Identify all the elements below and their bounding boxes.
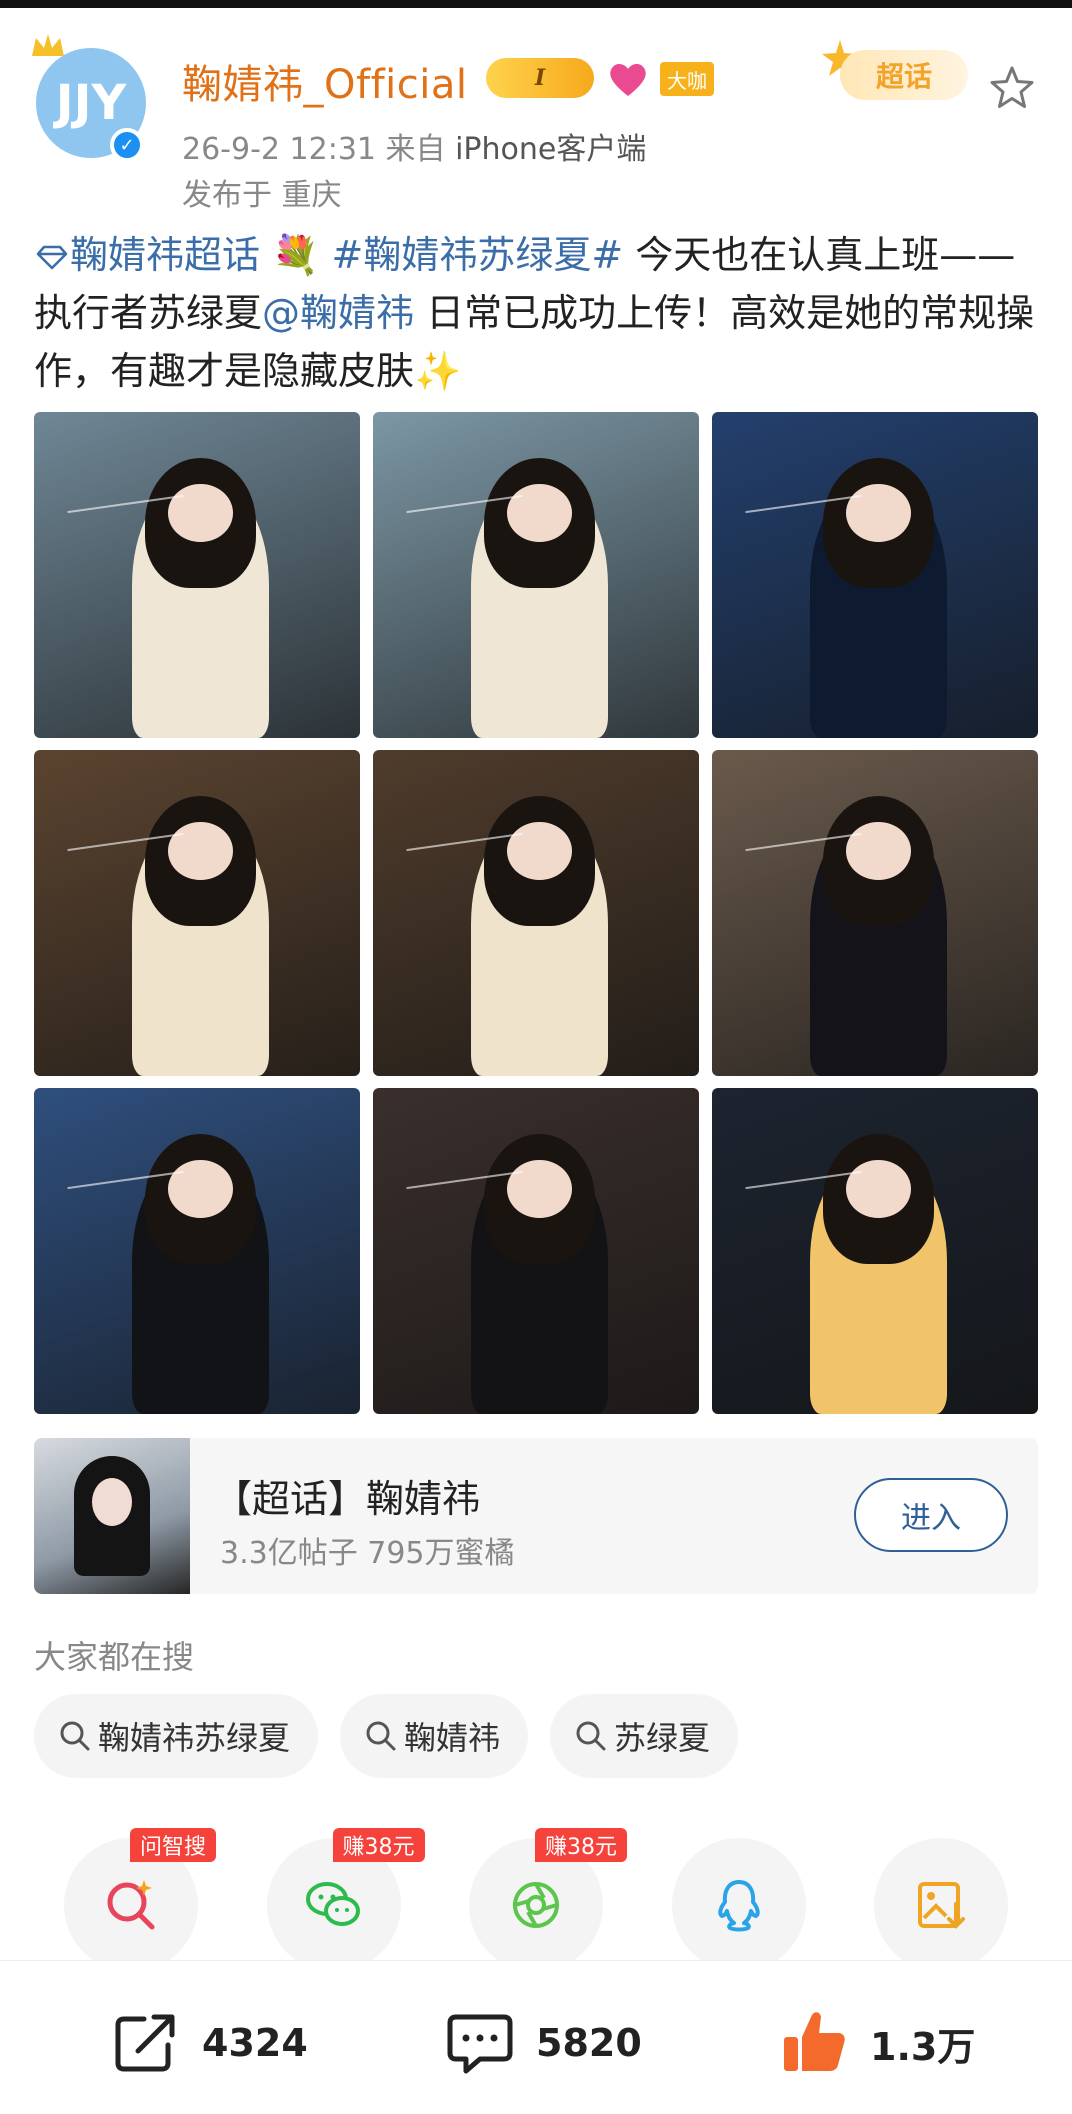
post-header: JJY ✓ 鞠婧祎_Official I 大咖 26-9-2 12:31 来自 …: [0, 8, 1072, 218]
verified-icon: ✓: [110, 128, 144, 162]
post-action-bar: 4324 5820 1.3万: [0, 1960, 1072, 2114]
post-photo[interactable]: [34, 1088, 360, 1414]
repost-button[interactable]: 4324: [110, 2007, 308, 2079]
post-photo[interactable]: [34, 750, 360, 1076]
comment-count: 5820: [536, 2021, 642, 2065]
comment-button[interactable]: 5820: [444, 2007, 642, 2079]
post-photo[interactable]: [373, 1088, 699, 1414]
source-prefix: 来自: [385, 132, 446, 167]
share-badge: 问智搜: [130, 1828, 217, 1862]
search-chip-label: 鞠婧祎: [404, 1719, 501, 1757]
topic-link[interactable]: 鞠婧祎超话: [70, 233, 260, 277]
like-count: 1.3万: [870, 2024, 976, 2069]
search-icon: [576, 1721, 606, 1751]
post-source: iPhone客户端: [455, 132, 647, 167]
daka-badge: 大咖: [660, 62, 714, 96]
post-timestamp: 26-9-2 12:31: [182, 132, 376, 167]
supertopic-diamond-icon: [36, 245, 68, 270]
author-name[interactable]: 鞠婧祎_Official: [182, 52, 468, 110]
post-photo[interactable]: [373, 750, 699, 1076]
supertopic-tag-label: 超话: [840, 50, 968, 100]
ai-search-icon: [107, 1880, 155, 1930]
share-badge: 赚38元: [332, 1828, 425, 1862]
search-chip-label: 苏绿夏: [614, 1719, 711, 1757]
wechat-icon: [305, 1882, 360, 1926]
share-badge: 赚38元: [535, 1828, 627, 1862]
share-ai-search[interactable]: 问智搜: [64, 1828, 217, 1972]
post-meta: 26-9-2 12:31 来自 iPhone客户端: [182, 124, 646, 168]
search-chip[interactable]: 苏绿夏: [550, 1694, 739, 1778]
like-button[interactable]: 1.3万: [778, 2007, 975, 2079]
trending-search-chips: 鞠婧祎苏绿夏 鞠婧祎 苏绿夏: [34, 1694, 739, 1778]
repost-count: 4324: [202, 2021, 308, 2065]
status-bar-edge: [0, 0, 1072, 8]
post-photo[interactable]: [712, 1088, 1038, 1414]
comment-icon: [447, 2014, 513, 2074]
share-save-image[interactable]: [874, 1838, 1008, 1972]
search-icon: [366, 1721, 396, 1751]
repost-icon: [115, 2014, 175, 2072]
enter-button[interactable]: 进入: [854, 1478, 1008, 1552]
share-targets: 问智搜 赚38元 赚38元: [64, 1828, 1008, 1972]
post-location: 发布于 重庆: [182, 178, 342, 213]
share-moments[interactable]: 赚38元: [469, 1828, 627, 1972]
supertopic-tag[interactable]: 超话: [820, 38, 972, 104]
share-qq[interactable]: [671, 1838, 806, 1972]
share-wechat[interactable]: 赚38元: [266, 1828, 425, 1972]
qq-icon: [717, 1880, 760, 1932]
sparkle-icon: ✨: [414, 349, 462, 393]
fan-heart-icon[interactable]: [606, 60, 650, 98]
search-icon: [60, 1721, 90, 1751]
supertopic-card[interactable]: 【超话】鞠婧祎 3.3亿帖子 795万蜜橘 进入: [34, 1438, 1038, 1594]
search-chip-label: 鞠婧祎苏绿夏: [98, 1719, 291, 1757]
thumbs-up-icon: [784, 2012, 845, 2071]
trending-search-label: 大家都在搜: [34, 1638, 195, 1676]
vip-badge[interactable]: I: [486, 58, 594, 98]
supertopic-stats: 3.3亿帖子 795万蜜橘: [220, 1536, 515, 1571]
post-photo[interactable]: [34, 412, 360, 738]
supertopic-title: 【超话】鞠婧祎: [214, 1477, 481, 1521]
hashtag-link[interactable]: #鞠婧祎苏绿夏#: [332, 233, 624, 277]
post-photo[interactable]: [712, 412, 1038, 738]
search-chip[interactable]: 鞠婧祎苏绿夏: [34, 1694, 319, 1778]
favorite-star-icon[interactable]: [988, 64, 1036, 112]
mention-link[interactable]: @鞠婧祎: [262, 291, 414, 335]
save-image-icon: [918, 1882, 965, 1929]
bouquet-icon: 💐: [272, 233, 320, 277]
post-photo[interactable]: [373, 412, 699, 738]
photo-grid: [34, 412, 1038, 1414]
moments-icon: [513, 1882, 559, 1928]
post-photo[interactable]: [712, 750, 1038, 1076]
supertopic-thumbnail: [34, 1438, 190, 1594]
post-text: 鞠婧祎超话 💐 #鞠婧祎苏绿夏# 今天也在认真上班——执行者苏绿夏@鞠婧祎 日常…: [34, 226, 1044, 400]
search-chip[interactable]: 鞠婧祎: [340, 1694, 529, 1778]
